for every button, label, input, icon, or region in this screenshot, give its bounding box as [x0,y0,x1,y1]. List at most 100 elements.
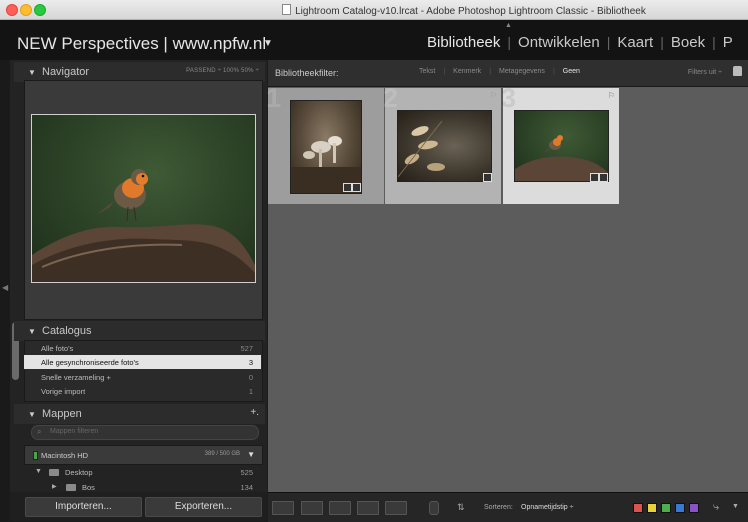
filter-label: Bibliotheekfilter: [275,68,339,78]
catalog-item-synced-photos[interactable]: Alle gesynchroniseerde foto's 3 [24,355,261,369]
identity-dropdown-icon[interactable]: ▼ [263,38,273,49]
search-icon: ⌕ [37,427,42,436]
volume-expand-icon[interactable]: ▼ [247,450,255,459]
catalog-title: Catalogus [42,325,92,337]
export-button[interactable]: Exporteren... [145,497,262,517]
grid-cell-1[interactable]: 1 ⚐ [266,83,384,204]
collapse-top-panel-icon[interactable]: ▲ [505,22,512,29]
identity-plate[interactable]: NEW Perspectives | www.npfw.nl [17,34,266,54]
develop-badge-icon [352,183,361,192]
add-folder-button[interactable]: +. [250,407,259,418]
disclosure-triangle-icon: ▼ [28,68,36,77]
filter-none[interactable]: Geen [563,68,580,75]
label-purple-swatch[interactable] [689,503,699,513]
spray-can-icon[interactable] [429,501,439,515]
folder-expand-icon[interactable]: ▼ [35,468,42,475]
catalog-item-quick-collection[interactable]: Snelle verzameling + 0 [24,370,261,384]
develop-badge-icon [483,173,492,182]
label-blue-swatch[interactable] [675,503,685,513]
module-separator: | [660,34,664,50]
catalog-item-label: Snelle verzameling + [41,373,111,382]
catalog-header[interactable]: ▼ Catalogus [14,321,265,341]
mushroom-photo [291,136,361,193]
window-title: Lightroom Catalog-v10.lrcat - Adobe Phot… [0,4,748,17]
sort-dropdown[interactable]: Opnametijdstip ÷ [521,504,573,511]
disclosure-triangle-icon: ▼ [28,410,36,419]
thumbnail-robin [514,110,609,182]
catalog-item-count: 3 [248,358,253,367]
folders-header[interactable]: ▼ Mappen +. [14,404,265,424]
filter-presets-dropdown[interactable]: Filters uit ÷ [688,69,722,76]
thumbnail-mushrooms [290,100,362,194]
module-boek[interactable]: Boek [671,34,705,51]
filter-text[interactable]: Tekst [419,68,435,75]
catalog-item-count: 0 [248,373,253,382]
grid-cell-3-selected[interactable]: 3 ⚐ [501,83,619,204]
disclosure-triangle-icon: ▼ [28,327,36,336]
folder-expand-icon[interactable]: ▶ [52,483,57,490]
grass-seeds-photo [398,120,445,178]
collapse-left-panel-icon[interactable]: ◀ [2,283,8,292]
sort-direction-icon[interactable]: ⇅ [457,502,465,513]
lock-icon[interactable] [733,66,742,76]
folder-icon [49,469,59,476]
survey-view-button[interactable] [357,501,379,515]
crop-badge-icon [343,183,352,192]
volume-row[interactable]: Macintosh HD 389 / 500 GB ▼ [24,445,263,465]
import-button[interactable]: Importeren... [25,497,142,517]
thumbnail-grass-seeds [397,110,492,182]
grid-view-button[interactable] [272,501,294,515]
catalog-item-label: Alle foto's [41,344,74,353]
module-ontwikkelen[interactable]: Ontwikkelen [518,34,600,51]
label-red-swatch[interactable] [633,503,643,513]
flag-icon[interactable]: ⚐ [490,91,497,100]
volume-name: Macintosh HD [41,451,89,460]
folder-count: 134 [240,483,253,492]
flag-icon[interactable]: ⚐ [608,91,615,100]
navigator-header[interactable]: ▼ Navigator PASSEND ÷ 100% 50% ÷ [14,62,265,82]
catalog-item-label: Vorige import [41,387,86,396]
module-picker: Bibliotheek | Ontwikkelen | Kaart | Boek | P [427,34,733,51]
folder-label: Desktop [65,468,93,477]
robin-thumbnail-photo [515,135,608,181]
label-yellow-swatch[interactable] [647,503,657,513]
catalog-item-count: 1 [248,387,253,396]
people-view-button[interactable] [385,501,407,515]
module-separator: | [712,34,716,50]
robin-photo [32,169,255,282]
loupe-view-button[interactable] [301,501,323,515]
catalog-item-label: Alle gesynchroniseerde foto's [41,358,139,367]
toolbar-menu-icon[interactable]: ▼ [732,503,739,510]
module-bar: ▲ NEW Perspectives | www.npfw.nl ▼ Bibli… [0,20,748,60]
catalog-item-all-photos[interactable]: Alle foto's 527 [24,341,261,355]
window-title-text: Lightroom Catalog-v10.lrcat - Adobe Phot… [295,6,646,17]
navigator-preview-image [31,114,256,283]
catalog-item-previous-import[interactable]: Vorige import 1 [24,384,261,398]
compare-view-button[interactable] [329,501,351,515]
sort-label: Sorteren: [484,504,513,511]
folder-item-bos[interactable]: ▶ Bos 134 [24,480,261,492]
folder-item-desktop[interactable]: ▼ Desktop 525 [24,465,261,480]
filter-attribute[interactable]: Kenmerk [453,68,481,75]
filter-metadata[interactable]: Metagegevens [499,68,545,75]
folder-label: Bos [82,483,95,492]
label-green-swatch[interactable] [661,503,671,513]
module-kaart[interactable]: Kaart [617,34,653,51]
volume-status-icon [33,451,38,460]
grid-cell-index: 2 [383,83,399,113]
grid-cell-2[interactable]: 2 ⚐ [383,83,501,204]
navigator-zoom-options[interactable]: PASSEND ÷ 100% 50% ÷ [186,68,259,74]
module-p[interactable]: P [723,34,733,51]
rotate-icon[interactable]: ⤷ [713,501,719,514]
flag-icon[interactable]: ⚐ [373,91,380,100]
folders-title: Mappen [42,408,82,420]
window-title-bar: Lightroom Catalog-v10.lrcat - Adobe Phot… [0,0,748,20]
folder-count: 525 [240,468,253,477]
module-separator: | [507,34,512,50]
module-bibliotheek[interactable]: Bibliotheek [427,34,500,51]
folder-search-input[interactable]: ⌕ Mappen filteren [31,425,259,440]
navigator-title: Navigator [42,66,90,78]
crop-badge-icon [590,173,599,182]
module-separator: | [606,34,611,50]
folder-icon [66,484,76,491]
